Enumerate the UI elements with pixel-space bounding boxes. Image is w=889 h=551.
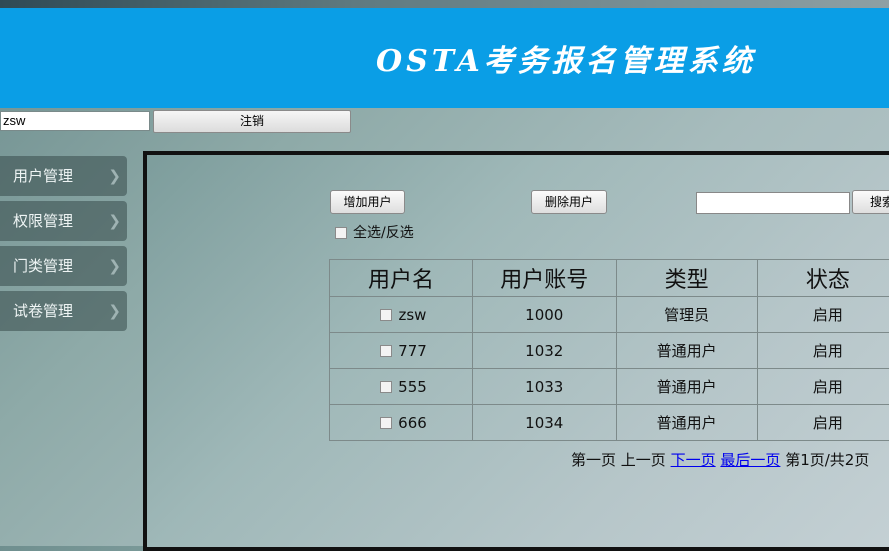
chevron-right-icon: ❯ [108,201,121,241]
row-checkbox[interactable] [380,309,392,321]
pager-next-link[interactable]: 下一页 [671,451,716,469]
chevron-right-icon: ❯ [108,246,121,286]
table-row: 777 1032 普通用户 启用 [330,333,889,369]
logout-button[interactable]: 注销 [153,110,351,133]
column-header: 状态 [757,260,889,297]
table-header-row: 用户名 用户账号 类型 状态 [330,260,889,297]
select-all[interactable]: 全选/反选 [335,222,414,242]
status-cell: 启用 [757,369,889,405]
sidebar-item-label: 用户管理 [13,167,73,185]
sidebar-item-label: 试卷管理 [13,302,73,320]
status-cell: 启用 [757,333,889,369]
column-header: 类型 [616,260,757,297]
row-checkbox[interactable] [380,417,392,429]
sidebar-item-users[interactable]: 用户管理 ❯ [0,156,127,196]
row-checkbox[interactable] [380,345,392,357]
status-cell: 启用 [757,405,889,441]
users-table: 用户名 用户账号 类型 状态 zsw 1000 管理员 启用 777 1032 … [329,259,889,441]
sidebar-item-label: 权限管理 [13,212,73,230]
pager-info: 第1页/共2页 [785,451,869,469]
main-panel: 增加用户 删除用户 搜索 全选/反选 用户名 用户账号 类型 状态 zsw 10… [143,151,889,551]
table-row: 666 1034 普通用户 启用 [330,405,889,441]
row-checkbox[interactable] [380,381,392,393]
account-cell: 1000 [472,297,616,333]
pager-last-link[interactable]: 最后一页 [720,451,780,469]
sidebar: 用户管理 ❯ 权限管理 ❯ 门类管理 ❯ 试卷管理 ❯ [0,156,127,336]
pager-first: 第一页 [571,451,616,469]
name-cell: zsw [330,297,473,333]
add-user-button[interactable]: 增加用户 [330,190,405,214]
column-header: 用户账号 [472,260,616,297]
type-cell: 管理员 [616,297,757,333]
account-cell: 1032 [472,333,616,369]
app-title: OSTA考务报名管理系统 [376,36,756,80]
column-header: 用户名 [330,260,473,297]
top-strip [0,0,889,8]
chevron-right-icon: ❯ [108,291,121,331]
sidebar-item-papers[interactable]: 试卷管理 ❯ [0,291,127,331]
type-cell: 普通用户 [616,405,757,441]
select-all-checkbox[interactable] [335,227,347,239]
user-name: 555 [398,378,427,396]
account-cell: 1034 [472,405,616,441]
sidebar-item-permissions[interactable]: 权限管理 ❯ [0,201,127,241]
account-cell: 1033 [472,369,616,405]
user-name: 777 [398,342,427,360]
status-cell: 启用 [757,297,889,333]
search-button[interactable]: 搜索 [852,190,889,214]
name-cell: 666 [330,405,473,441]
select-all-label: 全选/反选 [353,225,414,241]
sidebar-item-categories[interactable]: 门类管理 ❯ [0,246,127,286]
pagination: 第一页 上一页 下一页 最后一页 第1页/共2页 [571,449,869,470]
app-header: OSTA考务报名管理系统 [0,8,889,108]
name-cell: 777 [330,333,473,369]
username-field[interactable] [0,111,150,131]
table-row: 555 1033 普通用户 启用 [330,369,889,405]
type-cell: 普通用户 [616,333,757,369]
search-input[interactable] [696,192,850,214]
sidebar-item-label: 门类管理 [13,257,73,275]
user-name: zsw [398,306,426,324]
user-name: 666 [398,414,427,432]
type-cell: 普通用户 [616,369,757,405]
delete-user-button[interactable]: 删除用户 [531,190,607,214]
name-cell: 555 [330,369,473,405]
table-row: zsw 1000 管理员 启用 [330,297,889,333]
pager-prev: 上一页 [621,451,666,469]
chevron-right-icon: ❯ [108,156,121,196]
